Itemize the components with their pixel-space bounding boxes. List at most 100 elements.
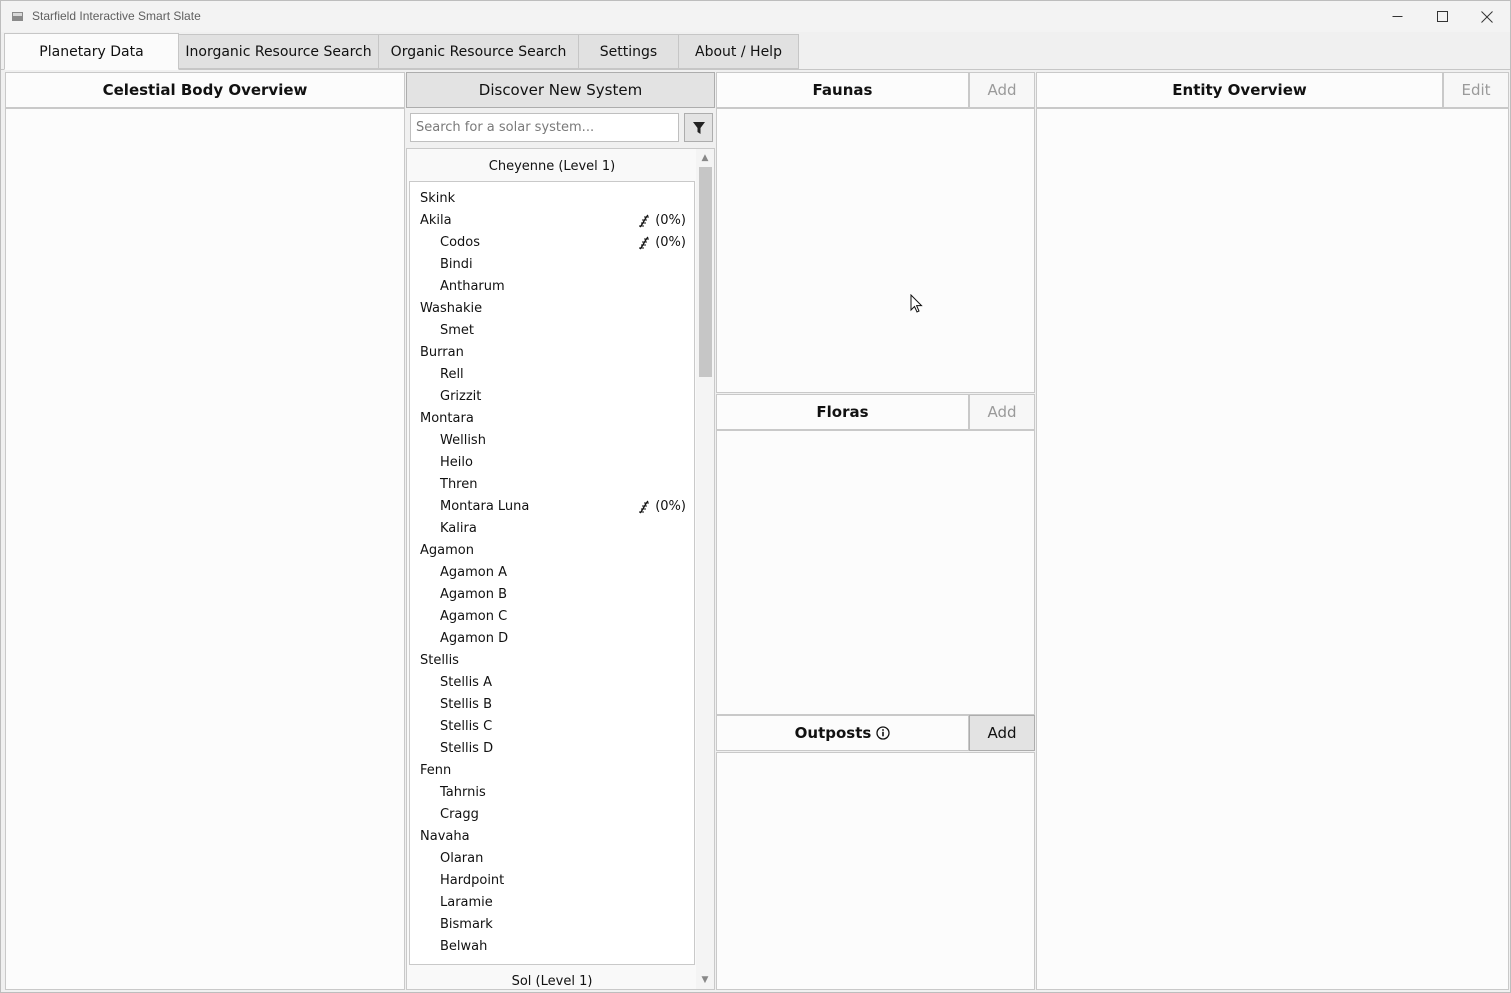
moon-item[interactable]: Montara Luna (0%) <box>410 496 696 518</box>
planet-item[interactable]: Montara <box>410 408 696 430</box>
moon-item[interactable]: Agamon B <box>410 584 696 606</box>
moon-item[interactable]: Cragg <box>410 804 696 826</box>
body-name: Tahrnis <box>440 785 486 800</box>
tab-label: About / Help <box>695 43 782 60</box>
scroll-up-arrow-icon[interactable]: ▲ <box>699 152 711 164</box>
life-status-badge: (0%) <box>637 210 686 232</box>
tab-organic-resource-search[interactable]: Organic Resource Search <box>378 34 579 69</box>
system-title[interactable]: Sol (Level 1) <box>407 974 697 989</box>
moon-item[interactable]: Kalira <box>410 518 696 540</box>
body-name: Wellish <box>440 433 486 448</box>
maximize-button[interactable] <box>1419 1 1465 32</box>
moon-item[interactable]: Heilo <box>410 452 696 474</box>
body-name: Smet <box>440 323 475 338</box>
body-name: Stellis <box>420 653 459 668</box>
outposts-add-button[interactable]: Add <box>969 715 1035 751</box>
close-button[interactable] <box>1464 1 1510 32</box>
body-name: Burran <box>420 345 464 360</box>
body-name: Navaha <box>420 829 470 844</box>
minimize-icon <box>1392 16 1402 17</box>
planet-item[interactable]: Agamon <box>410 540 696 562</box>
planet-item[interactable]: Fenn <box>410 760 696 782</box>
planet-item[interactable]: Akila (0%) <box>410 210 696 232</box>
entity-edit-button[interactable]: Edit <box>1443 72 1509 108</box>
body-name: Belwah <box>440 939 488 954</box>
body-name: Cragg <box>440 807 479 822</box>
body-name: Akila <box>420 213 452 228</box>
moon-item[interactable]: Agamon D <box>410 628 696 650</box>
moon-item[interactable]: Stellis A <box>410 672 696 694</box>
entity-overview-header: Entity Overview <box>1036 72 1443 108</box>
minimize-button[interactable] <box>1374 1 1420 32</box>
body-name: Agamon <box>420 543 474 558</box>
moon-item[interactable]: Wellish <box>410 430 696 452</box>
moon-item[interactable]: Stellis C <box>410 716 696 738</box>
moon-item[interactable]: Agamon C <box>410 606 696 628</box>
moon-item[interactable]: Bindi <box>410 254 696 276</box>
tab-label: Settings <box>599 43 658 60</box>
body-name: Olaran <box>440 851 484 866</box>
body-name: Stellis B <box>440 697 493 712</box>
body-name: Agamon C <box>440 609 508 624</box>
moon-item[interactable]: Olaran <box>410 848 696 870</box>
close-icon <box>1481 10 1493 23</box>
tab-about-help[interactable]: About / Help <box>678 34 799 69</box>
planet-item[interactable]: Stellis <box>410 650 696 672</box>
body-name: Codos <box>440 235 481 250</box>
faunas-add-button[interactable]: Add <box>969 72 1035 108</box>
celestial-body-panel <box>5 108 405 990</box>
moon-item[interactable]: Rell <box>410 364 696 386</box>
moon-item[interactable]: Codos (0%) <box>410 232 696 254</box>
moon-item[interactable]: Smet <box>410 320 696 342</box>
tab-divider <box>1 69 1510 70</box>
moon-item[interactable]: Tahrnis <box>410 782 696 804</box>
outposts-label: Outposts <box>794 724 872 742</box>
system-search-input[interactable]: Search for a solar system... <box>410 113 679 142</box>
window-title: Starfield Interactive Smart Slate <box>32 9 201 23</box>
body-name: Agamon B <box>440 587 508 602</box>
body-name: Stellis A <box>440 675 492 690</box>
moon-item[interactable]: Thren <box>410 474 696 496</box>
dna-icon <box>637 236 651 250</box>
scroll-down-arrow-icon[interactable]: ▼ <box>699 974 711 986</box>
body-name: Stellis D <box>440 741 494 756</box>
outposts-header: Outposts <box>716 715 969 751</box>
tab-label: Organic Resource Search <box>390 43 567 60</box>
body-name: Grizzit <box>440 389 482 404</box>
body-name: Fenn <box>420 763 452 778</box>
planet-item[interactable]: Washakie <box>410 298 696 320</box>
planet-item[interactable]: Skink <box>410 188 696 210</box>
scrollbar-thumb[interactable] <box>699 167 712 377</box>
body-name: Hardpoint <box>440 873 505 888</box>
system-title[interactable]: Cheyenne (Level 1) <box>407 159 697 174</box>
body-name: Rell <box>440 367 464 382</box>
body-name: Laramie <box>440 895 493 910</box>
survey-percent: (0%) <box>655 213 686 228</box>
filter-icon <box>692 121 705 134</box>
moon-item[interactable]: Laramie <box>410 892 696 914</box>
app-icon <box>12 12 23 21</box>
planet-item[interactable]: Burran <box>410 342 696 364</box>
celestial-body-header: Celestial Body Overview <box>5 72 405 108</box>
tab-planetary-data[interactable]: Planetary Data <box>4 33 179 70</box>
info-icon[interactable] <box>876 726 890 740</box>
discover-new-system-button[interactable]: Discover New System <box>406 72 715 108</box>
moon-item[interactable]: Hardpoint <box>410 870 696 892</box>
moon-item[interactable]: Agamon A <box>410 562 696 584</box>
body-name: Stellis C <box>440 719 493 734</box>
list-scrollbar[interactable]: ▲ ▼ <box>696 149 714 989</box>
tab-settings[interactable]: Settings <box>578 34 679 69</box>
moon-item[interactable]: Grizzit <box>410 386 696 408</box>
moon-item[interactable]: Stellis B <box>410 694 696 716</box>
planet-item[interactable]: Navaha <box>410 826 696 848</box>
filter-button[interactable] <box>684 113 713 142</box>
moon-item[interactable]: Bismark <box>410 914 696 936</box>
system-list[interactable]: Cheyenne (Level 1) Skink Akila (0%) Codos (0… <box>406 148 715 990</box>
body-name: Agamon A <box>440 565 507 580</box>
moon-item[interactable]: Stellis D <box>410 738 696 760</box>
floras-add-button[interactable]: Add <box>969 394 1035 430</box>
moon-item[interactable]: Antharum <box>410 276 696 298</box>
faunas-panel <box>716 108 1035 393</box>
tab-inorganic-resource-search[interactable]: Inorganic Resource Search <box>178 34 379 69</box>
moon-item[interactable]: Belwah <box>410 936 696 958</box>
